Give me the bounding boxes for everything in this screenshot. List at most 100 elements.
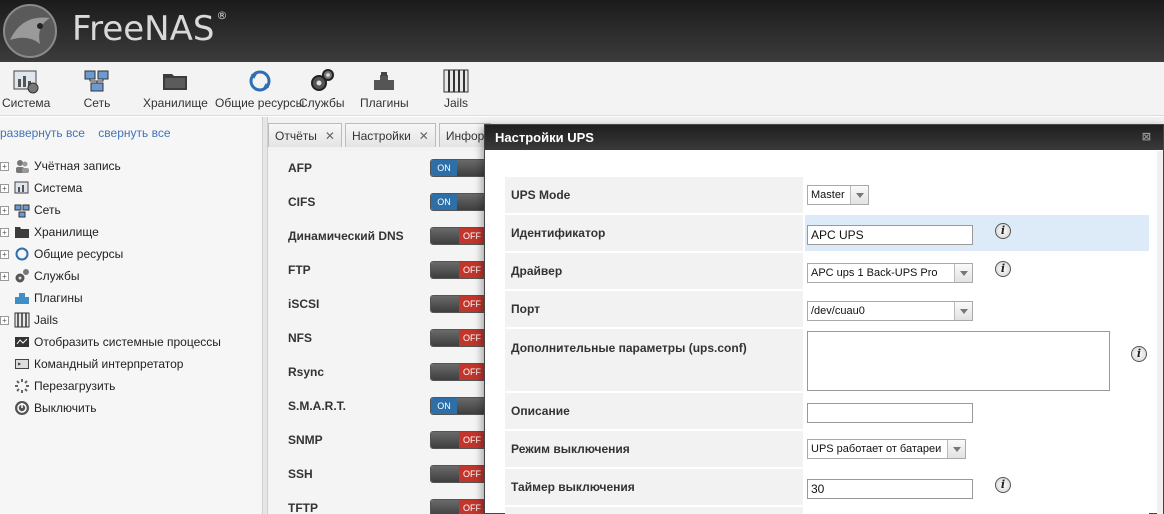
expand-icon[interactable]: + — [0, 227, 9, 237]
dialog-title: Настройки UPS — [495, 130, 594, 145]
expand-icon[interactable]: + — [0, 271, 9, 281]
service-row: Rsync OFF — [268, 355, 498, 389]
form-row-identifier: Идентификатор i — [505, 215, 1149, 253]
tree-item-shell[interactable]: Командный интерпретатор — [0, 353, 262, 375]
close-icon[interactable]: ✕ — [325, 129, 335, 143]
toolbar-storage-button[interactable]: Хранилище — [143, 68, 208, 114]
dialog-scrollbar[interactable] — [1157, 151, 1163, 514]
tab-label: Инфор — [445, 128, 485, 143]
toggle-state-label: OFF — [459, 500, 485, 514]
service-row: CIFS ON — [268, 185, 498, 219]
expand-icon[interactable]: + — [0, 183, 9, 193]
service-toggle[interactable]: ON — [430, 397, 486, 415]
reboot-icon — [15, 379, 29, 393]
form-row-driver: Драйвер APC ups 1 Back-UPS Pro i — [505, 253, 1149, 291]
toolbar-plugins-button[interactable]: Плагины — [360, 68, 409, 114]
info-icon[interactable]: i — [995, 261, 1011, 277]
tree-item-reboot[interactable]: Перезагрузить — [0, 375, 262, 397]
expand-icon[interactable]: + — [0, 249, 9, 259]
service-name: iSCSI — [288, 297, 320, 311]
tree-item-services[interactable]: + Службы — [0, 265, 262, 287]
toolbar-jails-button[interactable]: Jails — [442, 68, 470, 114]
tab-label: Настройки — [351, 128, 411, 143]
field-label: Драйвер — [505, 253, 805, 289]
service-toggle[interactable]: OFF — [430, 363, 486, 381]
expand-all-link[interactable]: развернуть все — [0, 126, 85, 140]
toggle-state-label: OFF — [459, 364, 485, 380]
tree-item-processes[interactable]: Отобразить системные процессы — [0, 331, 262, 353]
ups-mode-select[interactable]: Master — [807, 185, 869, 205]
toggle-state-label: OFF — [459, 228, 485, 244]
ups-settings-dialog: Настройки UPS ⊠ UPS Mode Master Идентифи… — [484, 124, 1164, 514]
toggle-knob — [431, 364, 459, 380]
shares-icon — [15, 247, 29, 261]
tab-bar: Отчёты ✕ Настройки ✕ Инфор — [268, 123, 494, 147]
toggle-state-label: OFF — [459, 466, 485, 482]
service-toggle[interactable]: OFF — [430, 329, 486, 347]
expand-icon[interactable]: + — [0, 161, 9, 171]
system-icon — [14, 181, 29, 194]
toolbar-shares-button[interactable]: Общие ресурсы — [215, 68, 304, 114]
identifier-input[interactable] — [807, 225, 973, 245]
extra-params-textarea[interactable] — [807, 331, 1110, 391]
plugins-icon — [15, 293, 29, 304]
plugins-icon — [374, 72, 395, 90]
tree-item-label: Перезагрузить — [34, 379, 116, 393]
tab-settings[interactable]: Настройки ✕ — [344, 123, 436, 147]
chevron-down-icon — [954, 264, 972, 282]
service-name: SNMP — [288, 433, 323, 447]
tree-item-plugins[interactable]: Плагины — [0, 287, 262, 309]
service-toggle[interactable]: OFF — [430, 431, 486, 449]
form-row-extra-params: Дополнительные параметры (ups.conf) i — [505, 329, 1149, 393]
dialog-titlebar[interactable]: Настройки UPS ⊠ — [485, 125, 1163, 150]
close-icon[interactable]: ⊠ — [1142, 125, 1151, 150]
navigation-tree-panel: развернуть все свернуть все + Учётная за… — [0, 117, 262, 514]
service-row: iSCSI OFF — [268, 287, 498, 321]
services-icon — [310, 69, 334, 91]
service-toggle[interactable]: ON — [430, 193, 486, 211]
toggle-knob — [457, 194, 485, 210]
network-icon — [14, 204, 30, 218]
toggle-state-label: OFF — [459, 330, 485, 346]
expand-icon[interactable]: + — [0, 205, 9, 215]
service-row: Динамический DNS OFF — [268, 219, 498, 253]
toggle-knob — [431, 330, 459, 346]
collapse-all-link[interactable]: свернуть все — [98, 126, 170, 140]
service-toggle[interactable]: OFF — [430, 499, 486, 514]
tab-reports[interactable]: Отчёты ✕ — [268, 123, 342, 147]
shutdown-timer-input[interactable] — [807, 479, 973, 499]
field-label: UPS Mode — [505, 177, 805, 213]
info-icon[interactable]: i — [995, 223, 1011, 239]
tab-label: Отчёты — [275, 128, 317, 143]
tree-item-jails[interactable]: + Jails — [0, 309, 262, 331]
shutdown-mode-select[interactable]: UPS работает от батареи — [807, 439, 966, 459]
service-name: AFP — [288, 161, 312, 175]
port-select[interactable]: /dev/cuau0 — [807, 301, 973, 321]
tree-item-account[interactable]: + Учётная запись — [0, 155, 262, 177]
main-toolbar: Система Сеть Хранилище Общие ресурсы Слу… — [0, 62, 1164, 116]
service-name: S.M.A.R.T. — [288, 399, 347, 413]
tree-item-shares[interactable]: + Общие ресурсы — [0, 243, 262, 265]
info-icon[interactable]: i — [995, 477, 1011, 493]
service-toggle[interactable]: ON — [430, 159, 486, 177]
services-icon — [15, 269, 29, 283]
tree-item-network[interactable]: + Сеть — [0, 199, 262, 221]
tree-item-label: Отобразить системные процессы — [34, 335, 221, 349]
tree-item-storage[interactable]: + Хранилище — [0, 221, 262, 243]
toolbar-services-button[interactable]: Службы — [299, 68, 344, 114]
field-label: Таймер выключения — [505, 469, 805, 505]
service-toggle[interactable]: OFF — [430, 261, 486, 279]
tree-item-system[interactable]: + Система — [0, 177, 262, 199]
service-toggle[interactable]: OFF — [430, 465, 486, 483]
toolbar-system-button[interactable]: Система — [2, 68, 50, 114]
driver-select[interactable]: APC ups 1 Back-UPS Pro — [807, 263, 973, 283]
toolbar-network-button[interactable]: Сеть — [83, 68, 111, 114]
close-icon[interactable]: ✕ — [419, 129, 429, 143]
expand-icon[interactable]: + — [0, 315, 9, 325]
field-label: Порт — [505, 291, 805, 327]
info-icon[interactable]: i — [1131, 346, 1147, 362]
tree-item-shutdown[interactable]: Выключить — [0, 397, 262, 419]
service-toggle[interactable]: OFF — [430, 227, 486, 245]
description-input[interactable] — [807, 403, 973, 423]
service-toggle[interactable]: OFF — [430, 295, 486, 313]
